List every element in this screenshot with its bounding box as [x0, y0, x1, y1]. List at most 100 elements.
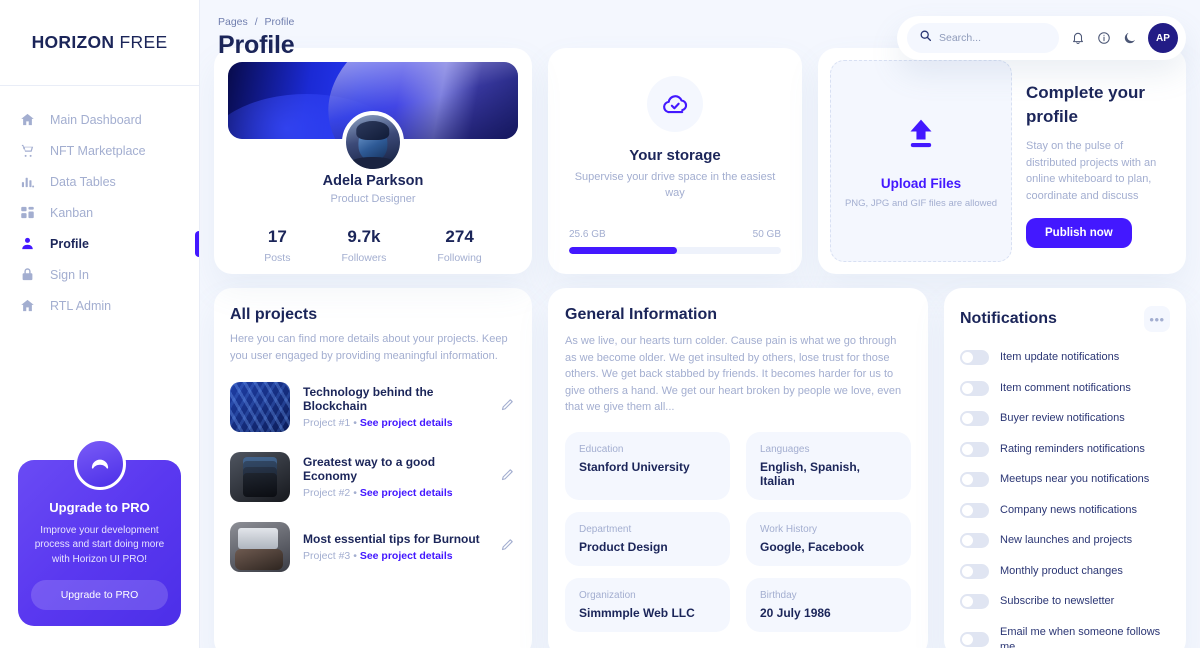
stat-label: Followers: [341, 252, 387, 264]
toggle-knob: [962, 565, 973, 577]
notification-toggle[interactable]: [960, 533, 989, 548]
project-title: Greatest way to a good Economy: [303, 455, 436, 483]
info-value: English, Spanish, Italian: [760, 459, 861, 488]
see-project-details-link[interactable]: See project details: [360, 487, 453, 499]
list-item[interactable]: Greatest way to a good Economy Project #…: [230, 452, 516, 502]
edit-pencil-icon[interactable]: [500, 467, 516, 487]
notification-toggle[interactable]: [960, 502, 989, 518]
notification-toggle[interactable]: [960, 350, 989, 365]
avatar[interactable]: AP: [1148, 23, 1178, 53]
page-title: Profile: [218, 31, 295, 59]
project-thumbnail: [230, 522, 290, 572]
cloud-check-icon: [647, 76, 703, 132]
search-icon: [919, 29, 932, 47]
project-thumbnail: [230, 452, 290, 502]
ellipsis-icon[interactable]: •••: [1144, 306, 1170, 332]
moon-icon[interactable]: [1122, 31, 1137, 46]
list-item[interactable]: New launches and projects: [960, 533, 1170, 548]
all-projects-card: All projects Here you can find more deta…: [214, 288, 532, 648]
sidebar-item-nft-marketplace[interactable]: NFT Marketplace: [0, 135, 199, 166]
grid-icon: [19, 204, 36, 221]
info-label: Department: [579, 523, 632, 535]
toggle-knob: [962, 443, 973, 455]
complete-profile-title: Complete your profile: [1026, 83, 1146, 126]
top-bar: Pages / Profile Profile AP: [200, 0, 1200, 72]
meta-separator: •: [353, 487, 357, 499]
project-number: Project #3: [303, 550, 351, 562]
notification-label: Buyer review notifications: [1000, 412, 1125, 424]
notification-label: Monthly product changes: [1000, 564, 1123, 577]
stat-value: 274: [445, 227, 474, 246]
sidebar-item-main-dashboard[interactable]: Main Dashboard: [0, 104, 199, 135]
notification-toggle[interactable]: [960, 380, 989, 396]
top-row: Adela Parkson Product Designer 17 Posts …: [214, 48, 1186, 274]
stat-followers: 9.7k Followers: [341, 227, 386, 264]
notification-toggle[interactable]: [960, 632, 989, 647]
see-project-details-link[interactable]: See project details: [360, 550, 453, 562]
search-container[interactable]: [907, 23, 1059, 53]
storage-total: 50 GB: [752, 229, 781, 240]
bell-icon[interactable]: [1070, 31, 1085, 46]
breadcrumb-parent[interactable]: Pages: [218, 16, 248, 28]
stat-following: 274 Following: [437, 227, 481, 264]
stat-posts: 17 Posts: [264, 227, 290, 264]
notifications-title: Notifications: [960, 310, 1057, 327]
list-item[interactable]: Technology behind the Blockchain Project…: [230, 382, 516, 432]
info-value: Product Design: [579, 539, 668, 554]
info-label: Work History: [760, 523, 818, 535]
project-number: Project #2: [303, 487, 351, 499]
list-item[interactable]: Item comment notifications: [960, 380, 1170, 396]
sidebar-item-rtl-admin[interactable]: RTL Admin: [0, 290, 199, 321]
avatar-hair: [356, 121, 390, 140]
project-body: Greatest way to a good Economy Project #…: [303, 455, 487, 499]
content-area: Adela Parkson Product Designer 17 Posts …: [200, 48, 1200, 648]
notification-toggle[interactable]: [960, 563, 989, 579]
list-item[interactable]: Meetups near you notifications: [960, 472, 1170, 487]
notification-label: New launches and projects: [1000, 534, 1133, 546]
publish-now-button[interactable]: Publish now: [1026, 218, 1132, 248]
project-body: Technology behind the Blockchain Project…: [303, 385, 487, 429]
info-field-organization: Organization Simmmple Web LLC: [565, 577, 730, 632]
all-projects-subtitle: Here you can find more details about you…: [230, 333, 508, 362]
file-dropzone[interactable]: Upload Files PNG, JPG and GIF files are …: [830, 60, 1012, 262]
cart-icon: [19, 142, 36, 159]
list-item[interactable]: Monthly product changes: [960, 563, 1170, 579]
notification-toggle[interactable]: [960, 472, 989, 487]
info-label: Birthday: [760, 589, 797, 601]
notification-toggle[interactable]: [960, 411, 989, 426]
toggle-knob: [962, 596, 973, 607]
sidebar-item-profile[interactable]: Profile: [0, 228, 199, 259]
sidebar-item-data-tables[interactable]: Data Tables: [0, 166, 199, 197]
general-information-description: As we live, our hearts turn colder. Caus…: [565, 335, 902, 413]
edit-pencil-icon[interactable]: [500, 537, 516, 557]
notification-toggle[interactable]: [960, 441, 989, 457]
list-item[interactable]: Company news notifications: [960, 502, 1170, 518]
list-item[interactable]: Buyer review notifications: [960, 411, 1170, 426]
breadcrumb-separator: /: [254, 16, 258, 28]
upload-arrow-icon: [900, 114, 942, 161]
list-item[interactable]: Most essential tips for Burnout Project …: [230, 522, 516, 572]
list-item[interactable]: Email me when someone follows me: [960, 625, 1170, 648]
see-project-details-link[interactable]: See project details: [360, 417, 453, 429]
info-circle-icon[interactable]: [1096, 31, 1111, 46]
home-icon: [19, 111, 36, 128]
notification-toggle[interactable]: [960, 594, 989, 609]
list-item[interactable]: Subscribe to newsletter: [960, 594, 1170, 609]
storage-progress-section: 25.6 GB 50 GB: [569, 229, 781, 254]
stat-label: Following: [437, 252, 482, 264]
search-input[interactable]: [939, 32, 1047, 44]
notification-label: Subscribe to newsletter: [1000, 595, 1115, 607]
info-value: 20 July 1986: [760, 605, 831, 620]
avatar-body: [349, 157, 397, 169]
toggle-knob: [962, 382, 973, 394]
sidebar-nav: Main Dashboard NFT Marketplace Data Tabl…: [0, 104, 199, 321]
list-item[interactable]: Rating reminders notifications: [960, 441, 1170, 457]
sidebar-item-sign-in[interactable]: Sign In: [0, 259, 199, 290]
sidebar: HORIZON FREE Main Dashboard NFT Marketpl…: [0, 0, 200, 648]
stat-value: 9.7k: [347, 227, 381, 246]
upgrade-to-pro-button[interactable]: Upgrade to PRO: [31, 580, 168, 610]
profile-avatar[interactable]: [342, 111, 404, 173]
list-item[interactable]: Item update notifications: [960, 350, 1170, 365]
sidebar-item-kanban[interactable]: Kanban: [0, 197, 199, 228]
edit-pencil-icon[interactable]: [500, 397, 516, 417]
